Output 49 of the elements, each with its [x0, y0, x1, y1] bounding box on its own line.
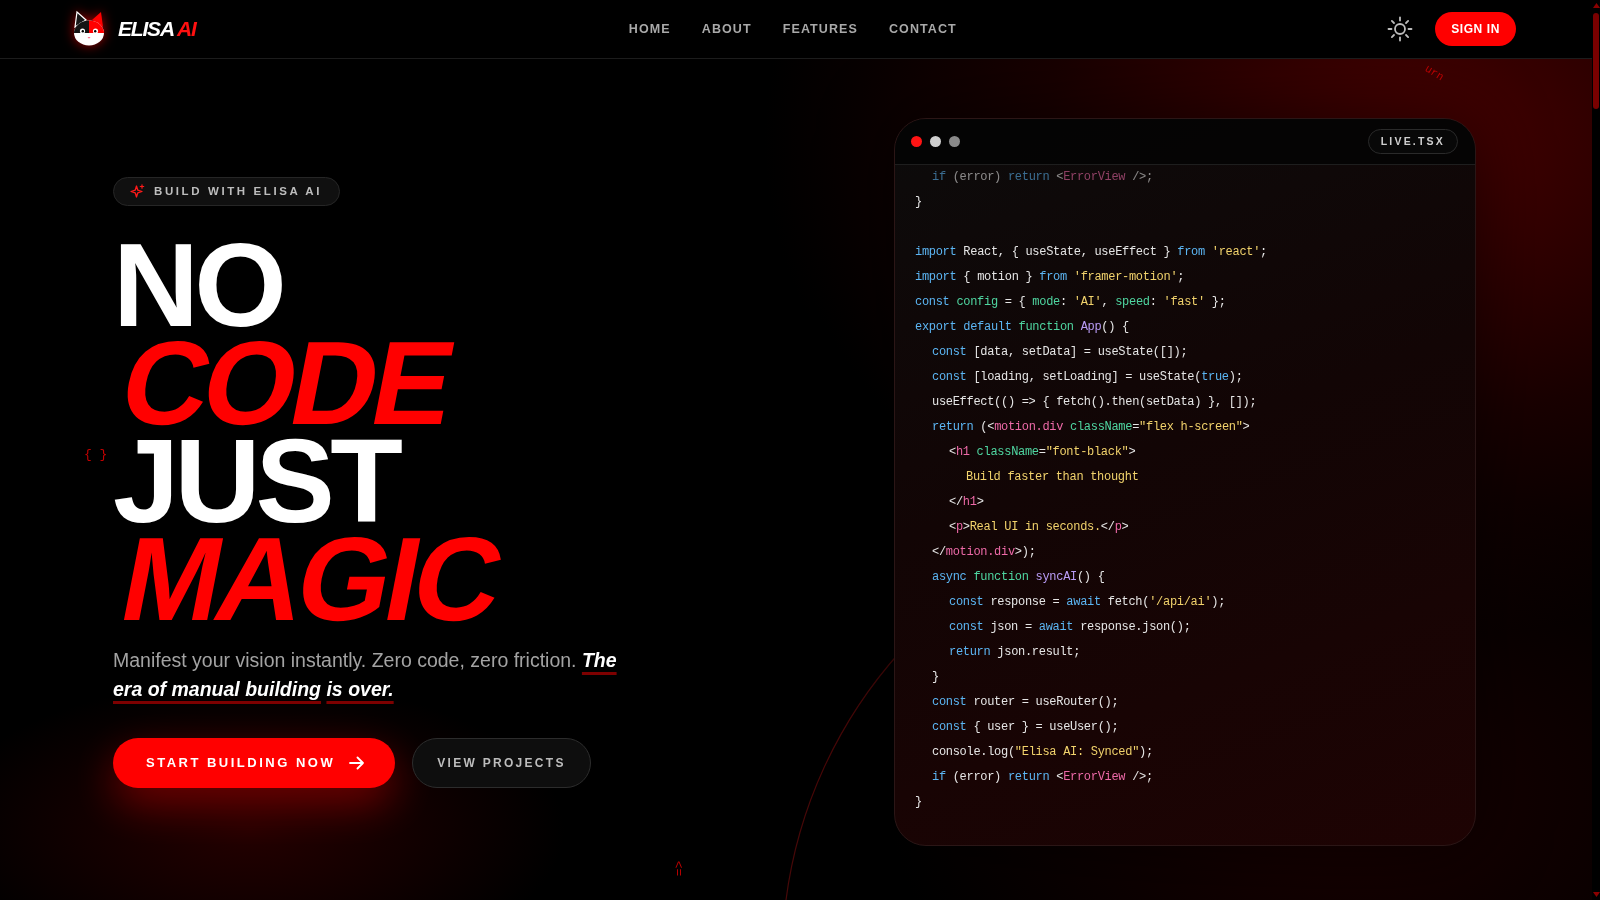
tagline-text: BUILD WITH ELISA AI	[154, 183, 322, 199]
code-line: const [data, setData] = useState([]);	[932, 344, 1188, 361]
code-line: const [loading, setLoading] = useState(true);	[932, 369, 1243, 386]
code-symbol: =>	[673, 860, 687, 877]
code-line: <h1 className="font-black">	[949, 444, 1136, 461]
scroll-up-icon[interactable]	[1592, 3, 1600, 8]
arrow-right-icon	[349, 756, 366, 770]
code-line: }	[932, 669, 939, 686]
nav-link[interactable]: FEATURES	[782, 19, 858, 39]
headline-text: CODE	[114, 334, 463, 432]
code-line: import { motion } from 'framer-motion';	[915, 269, 1185, 286]
code-symbol: urn	[1422, 63, 1446, 84]
code-line: console.log("Elisa AI: Synced");	[932, 744, 1153, 761]
code-line: const { user } = useUser();	[932, 719, 1119, 736]
subtitle-text: Manifest your vision instantly. Zero code, zero friction. The era of manual building is over.	[113, 648, 618, 702]
view-projects-button[interactable]: VIEW PROJECTS	[412, 738, 591, 788]
code-line: </h1>	[949, 494, 984, 511]
code-line: return json.result;	[949, 644, 1081, 661]
headline-text: MAGIC	[114, 530, 511, 628]
nav-link[interactable]: ABOUT	[701, 19, 752, 39]
code-line: import React, { useState, useEffect } from 'react';	[915, 244, 1267, 261]
code-line: return (<motion.div className="flex h-screen">	[932, 419, 1250, 436]
code-line: if (error) return <ErrorView />;	[932, 169, 1153, 186]
sign-in-button[interactable]: SIGN IN	[1435, 12, 1516, 46]
code-line: Build faster than thought	[966, 469, 1139, 486]
code-line: <p>Real UI in seconds.</p>	[949, 519, 1129, 536]
start-building-button[interactable]: START BUILDING NOW	[113, 738, 396, 788]
headline-text: JUST	[113, 432, 399, 530]
code-line: const config = { mode: 'AI', speed: 'fast' };	[915, 294, 1226, 311]
brand-name[interactable]: ELISA AI	[118, 13, 199, 45]
code-line: }	[915, 194, 922, 211]
code-line: export default function App() {	[915, 319, 1129, 336]
nav-link[interactable]: CONTACT	[888, 19, 957, 39]
code-line: const response = await fetch('/api/ai');	[949, 594, 1226, 611]
code-line: const router = useRouter();	[932, 694, 1119, 711]
code-line: </motion.div>);	[932, 544, 1036, 561]
code-line: }	[915, 794, 922, 811]
sun-icon[interactable]	[1387, 16, 1414, 42]
code-line: if (error) return <ErrorView />;	[932, 769, 1153, 786]
code-line: const json = await response.json();	[949, 619, 1191, 636]
code-line: useEffect(() => { fetch().then(setData) }, []);	[932, 394, 1257, 411]
code-symbol: { }	[84, 448, 108, 461]
scroll-down-icon[interactable]	[1592, 892, 1600, 897]
headline-text: NO	[113, 236, 282, 334]
scrollbar-thumb[interactable]	[1593, 13, 1599, 109]
sparkle-icon	[130, 184, 145, 199]
code-line: async function syncAI() {	[932, 569, 1105, 586]
filename-tag: LIVE.TSX	[1367, 129, 1458, 154]
nav-link[interactable]: HOME	[628, 19, 671, 39]
